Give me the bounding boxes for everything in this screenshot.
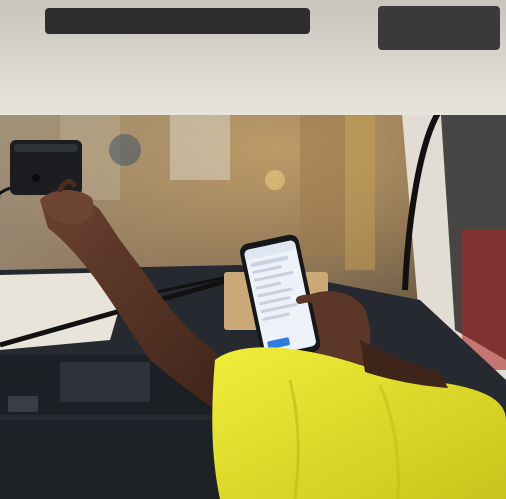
dash-button	[8, 396, 38, 412]
photo-illustration	[0, 0, 506, 499]
photo-scene	[0, 0, 506, 499]
dash-camera	[0, 140, 82, 198]
